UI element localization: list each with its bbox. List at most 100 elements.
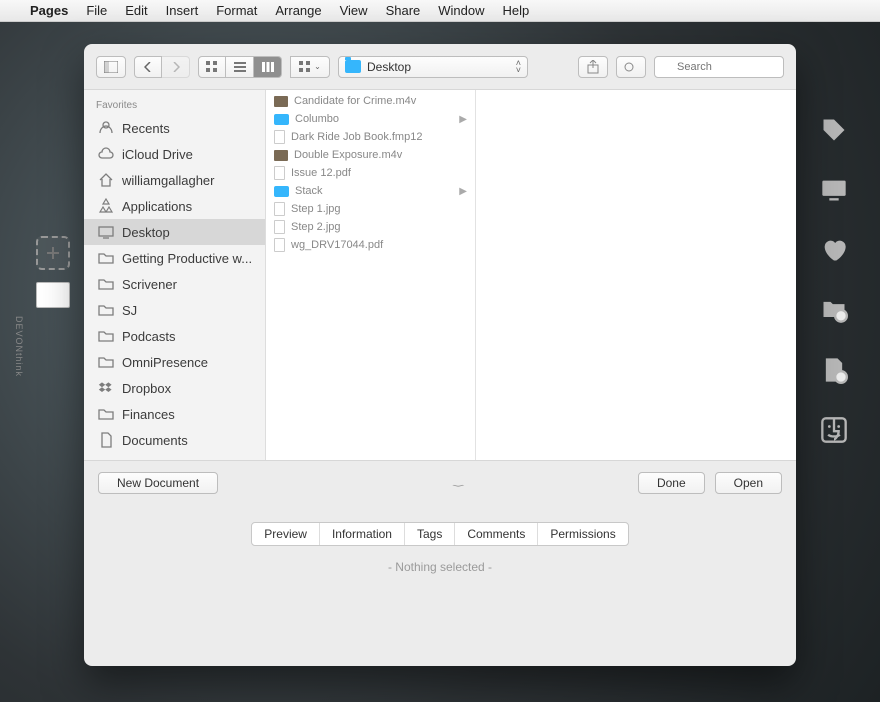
desktop-icon [98,224,114,240]
dialog-bottombar: New Document Done Open [84,460,796,504]
sidebar-item-omnipresence[interactable]: OmniPresence [84,349,265,375]
sidebar-item-label: Desktop [122,225,170,240]
file-name: Double Exposure.m4v [294,149,467,161]
menu-file[interactable]: File [86,3,107,18]
sidebar-item-dropbox[interactable]: Dropbox [84,375,265,401]
page-thumbnail[interactable] [36,282,70,308]
file-row[interactable]: Double Exposure.m4v [266,146,475,164]
menu-share[interactable]: Share [386,3,421,18]
sidebar-toggle-button[interactable] [96,56,126,78]
tags-button[interactable] [616,56,646,78]
chevron-left-icon [144,62,152,72]
open-button[interactable]: Open [715,472,782,494]
file-row[interactable]: Dark Ride Job Book.fmp12 [266,128,475,146]
dropbox-icon [98,380,114,396]
new-document-button[interactable]: New Document [98,472,218,494]
sidebar-item-label: Documents [122,433,188,448]
sidebar-item-label: Applications [122,199,192,214]
sidebar-item-applications[interactable]: Applications [84,193,265,219]
tab-information[interactable]: Information [320,523,405,545]
file-column: Candidate for Crime.m4vColumbo▶Dark Ride… [266,90,476,460]
menu-window[interactable]: Window [438,3,484,18]
menu-insert[interactable]: Insert [166,3,199,18]
sidebar-item-documents[interactable]: Documents [84,427,265,453]
file-row[interactable]: Step 1.jpg [266,200,475,218]
sidebar-item-scrivener[interactable]: Scrivener [84,271,265,297]
folder-icon [274,186,289,197]
devonthink-label: DEVONthink [14,316,24,377]
app-name[interactable]: Pages [30,3,68,18]
cloud-icon [98,146,114,162]
chevron-right-icon [172,62,180,72]
file-row[interactable]: Step 2.jpg [266,218,475,236]
sidebar-item-label: iCloud Drive [122,147,193,162]
sidebar-item-label: Podcasts [122,329,175,344]
file-row[interactable]: Stack▶ [266,182,475,200]
sidebar-item-icloud-drive[interactable]: iCloud Drive [84,141,265,167]
path-popup[interactable]: Desktop ˄˅ [338,56,528,78]
tag-small-icon [624,62,638,72]
icon-view-button[interactable] [198,56,226,78]
file-name: wg_DRV17044.pdf [291,239,467,251]
list-view-button[interactable] [226,56,254,78]
sidebar-icon [104,61,118,73]
folder-clock-icon[interactable] [820,296,848,324]
sidebar-item-sj[interactable]: SJ [84,297,265,323]
new-page-slot[interactable] [36,236,70,270]
recents-icon [98,120,114,136]
resize-grabber[interactable] [425,475,455,481]
group-button[interactable]: ⌄ [290,56,330,78]
thumbnail-icon [274,96,288,107]
grid-small-icon [299,61,311,73]
sidebar-item-finances[interactable]: Finances [84,401,265,427]
sidebar-item-label: OmniPresence [122,355,208,370]
document-icon [274,238,285,252]
sidebar-item-desktop[interactable]: Desktop [84,219,265,245]
sidebar-item-getting-productive-w-[interactable]: Getting Productive w... [84,245,265,271]
sidebar-item-label: Getting Productive w... [122,251,252,266]
finder-icon[interactable] [820,416,848,444]
display-icon[interactable] [820,176,848,204]
sidebar-item-podcasts[interactable]: Podcasts [84,323,265,349]
tag-icon[interactable] [820,116,848,144]
menu-arrange[interactable]: Arrange [275,3,321,18]
tab-permissions[interactable]: Permissions [538,523,627,545]
sidebar-item-label: Dropbox [122,381,171,396]
file-row[interactable]: Candidate for Crime.m4v [266,92,475,110]
file-row[interactable]: Issue 12.pdf [266,164,475,182]
document-icon [274,220,285,234]
column-view-button[interactable] [254,56,282,78]
menu-format[interactable]: Format [216,3,257,18]
file-name: Step 2.jpg [291,221,467,233]
sidebar-item-label: Finances [122,407,175,422]
file-row[interactable]: wg_DRV17044.pdf [266,236,475,254]
chevron-right-icon: ▶ [459,114,467,125]
sidebar-item-label: Scrivener [122,277,177,292]
status-text: - Nothing selected - [388,560,492,574]
folder-icon [274,114,289,125]
back-button[interactable] [134,56,162,78]
folder-icon [98,406,114,422]
search-wrap [654,56,784,78]
share-button[interactable] [578,56,608,78]
heart-icon[interactable] [820,236,848,264]
folder-icon [98,250,114,266]
menu-help[interactable]: Help [503,3,530,18]
sidebar-item-label: SJ [122,303,137,318]
tab-tags[interactable]: Tags [405,523,455,545]
done-button[interactable]: Done [638,472,705,494]
tab-comments[interactable]: Comments [455,523,538,545]
sidebar-item-label: williamgallagher [122,173,215,188]
file-row[interactable]: Columbo▶ [266,110,475,128]
sidebar-item-williamgallagher[interactable]: williamgallagher [84,167,265,193]
document-clock-icon[interactable] [820,356,848,384]
tab-preview[interactable]: Preview [252,523,320,545]
search-input[interactable] [654,56,784,78]
document-icon [274,130,285,144]
forward-button[interactable] [162,56,190,78]
file-name: Issue 12.pdf [291,167,467,179]
dialog-toolbar: ⌄ Desktop ˄˅ [84,44,796,90]
menu-edit[interactable]: Edit [125,3,147,18]
sidebar-item-recents[interactable]: Recents [84,115,265,141]
menu-view[interactable]: View [340,3,368,18]
